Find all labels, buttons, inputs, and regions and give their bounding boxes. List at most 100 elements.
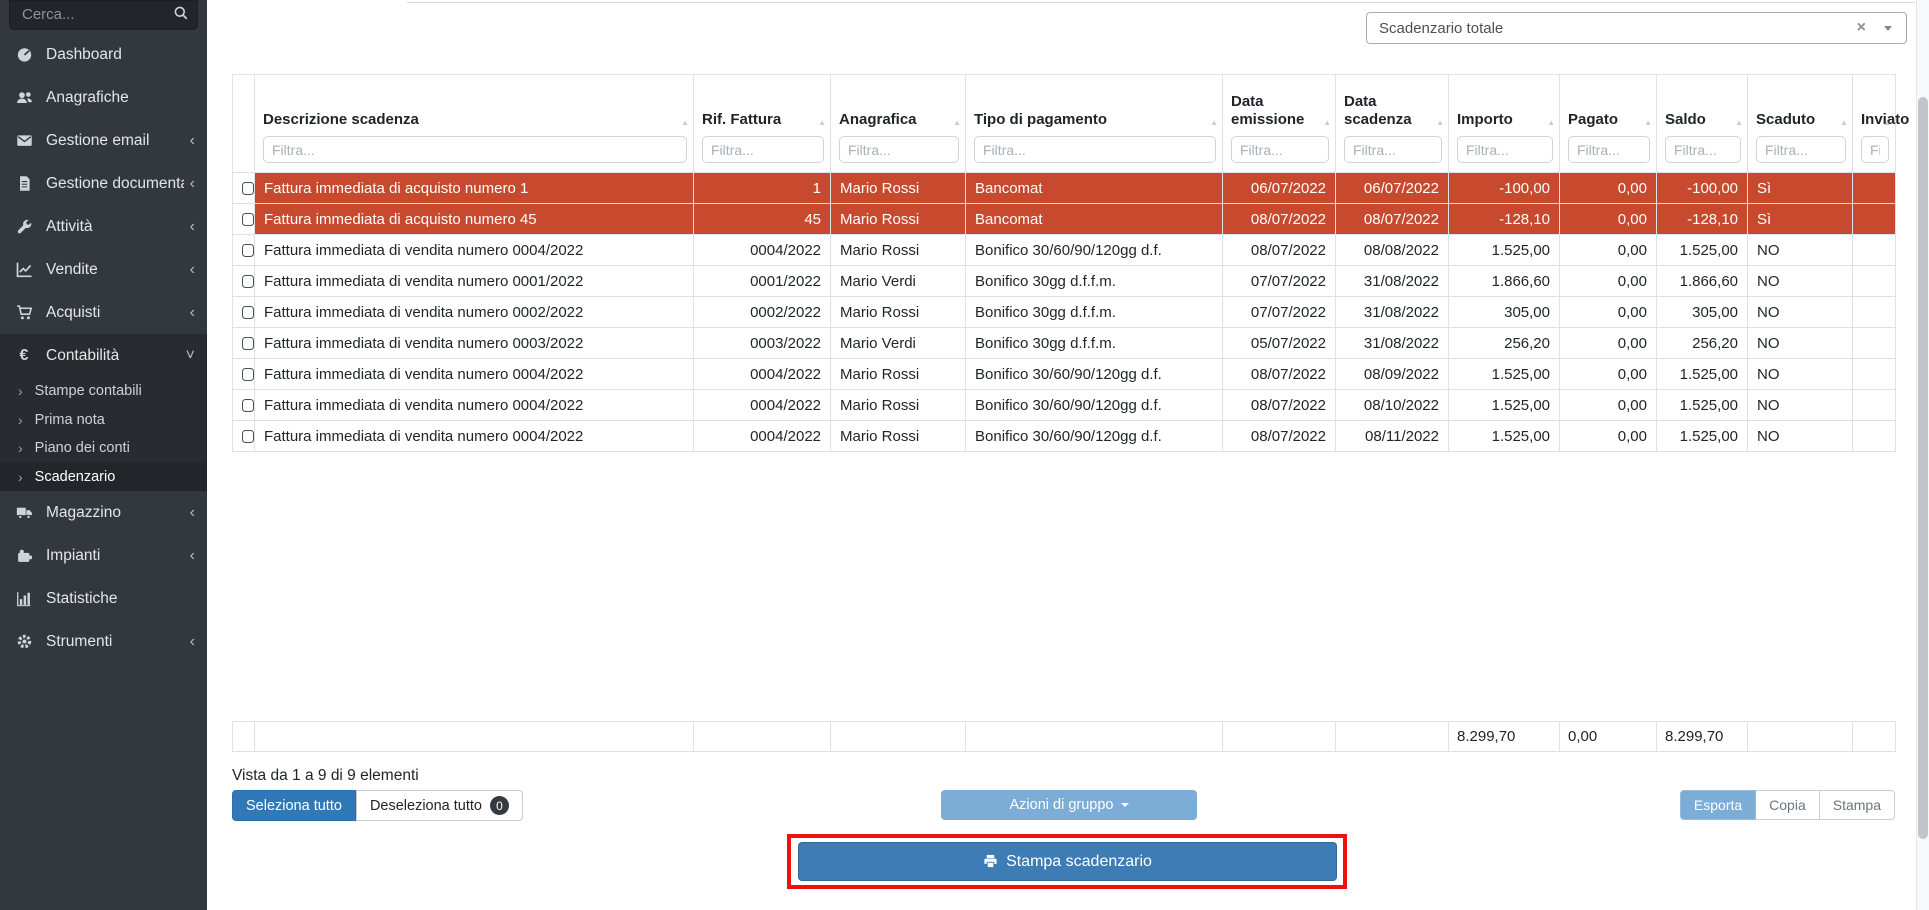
filter-descrizione-input[interactable] [263, 136, 687, 163]
total-saldo: 8.299,70 [1657, 722, 1748, 752]
table-row[interactable]: Fattura immediata di vendita numero 0001… [233, 266, 1896, 297]
filter-data-emissione-input[interactable] [1231, 136, 1329, 163]
cell-importo: 1.525,00 [1449, 359, 1560, 390]
sort-icon[interactable]: ▲ [1210, 118, 1218, 128]
table-row[interactable]: Fattura immediata di acquisto numero 45 … [233, 204, 1896, 235]
pagination-info: Vista da 1 a 9 di 9 elementi [232, 767, 419, 785]
filter-pagato-input[interactable] [1568, 136, 1650, 163]
select-caret-icon[interactable] [1884, 26, 1892, 31]
group-actions-button[interactable]: Azioni di gruppo [941, 790, 1197, 820]
table-row[interactable]: Fattura immediata di acquisto numero 1 1… [233, 173, 1896, 204]
sidebar-item-strumenti[interactable]: Strumenti ‹ [0, 620, 207, 663]
sidebar-item-dashboard[interactable]: Dashboard [0, 33, 207, 76]
row-checkbox[interactable] [242, 182, 254, 195]
cell-data-emissione: 08/07/2022 [1223, 235, 1336, 266]
sidebar-subitem-stampe-contabili[interactable]: › Stampe contabili [0, 377, 207, 406]
totals-checkbox-cell [233, 722, 255, 752]
wrench-icon [14, 218, 34, 235]
table-row[interactable]: Fattura immediata di vendita numero 0004… [233, 235, 1896, 266]
filter-scaduto-input[interactable] [1756, 136, 1846, 163]
filter-importo-input[interactable] [1457, 136, 1553, 163]
cell-anagrafica: Mario Rossi [831, 297, 966, 328]
sort-icon[interactable]: ▲ [1323, 118, 1331, 128]
column-label: Anagrafica [839, 111, 917, 128]
schedule-type-select[interactable]: Scadenzario totale × [1366, 12, 1907, 44]
table-row[interactable]: Fattura immediata di vendita numero 0004… [233, 390, 1896, 421]
print-schedule-button[interactable]: Stampa scadenzario [798, 842, 1337, 881]
selection-buttons: Seleziona tutto Deseleziona tutto 0 [232, 790, 523, 821]
header-saldo[interactable]: Saldo▲ [1657, 75, 1748, 173]
row-checkbox[interactable] [242, 244, 254, 257]
sort-icon[interactable]: ▲ [1436, 118, 1444, 128]
header-anagrafica[interactable]: Anagrafica ▲ [831, 75, 966, 173]
row-checkbox-cell [233, 390, 255, 421]
filter-saldo-input[interactable] [1665, 136, 1741, 163]
header-tipo-pagamento[interactable]: Tipo di pagamento ▲ [966, 75, 1223, 173]
scrollbar-thumb[interactable] [1918, 97, 1928, 839]
sort-icon[interactable]: ▲ [681, 118, 689, 128]
header-pagato[interactable]: Pagato▲ [1560, 75, 1657, 173]
column-label: Data scadenza [1344, 93, 1412, 129]
filter-data-scadenza-input[interactable] [1344, 136, 1442, 163]
sidebar-subitem-scadenzario[interactable]: › Scadenzario [0, 463, 207, 492]
header-importo[interactable]: Importo▲ [1449, 75, 1560, 173]
header-scaduto[interactable]: Scaduto▲ [1748, 75, 1853, 173]
filter-anagrafica-input[interactable] [839, 136, 959, 163]
select-all-button[interactable]: Seleziona tutto [232, 790, 356, 821]
sidebar-item-anagrafiche[interactable]: Anagrafiche [0, 76, 207, 119]
header-data-scadenza[interactable]: Data scadenza ▲ [1336, 75, 1449, 173]
sidebar-item-impianti[interactable]: Impianti ‹ [0, 534, 207, 577]
row-checkbox[interactable] [242, 306, 254, 319]
filter-rif-fattura-input[interactable] [702, 136, 824, 163]
row-checkbox-cell [233, 328, 255, 359]
sort-icon[interactable]: ▲ [1644, 118, 1652, 128]
cell-data-scadenza: 08/10/2022 [1336, 390, 1449, 421]
header-rif-fattura[interactable]: Rif. Fattura ▲ [694, 75, 831, 173]
sidebar-item-gestione-email[interactable]: Gestione email ‹ [0, 119, 207, 162]
table-row[interactable]: Fattura immediata di vendita numero 0002… [233, 297, 1896, 328]
table-row[interactable]: Fattura immediata di vendita numero 0004… [233, 359, 1896, 390]
row-checkbox-cell [233, 297, 255, 328]
copy-button[interactable]: Copia [1756, 790, 1820, 820]
table-row[interactable]: Fattura immediata di vendita numero 0004… [233, 421, 1896, 452]
header-inviato[interactable]: Inviato▲ [1853, 75, 1896, 173]
sidebar-subitem-prima-nota[interactable]: › Prima nota [0, 406, 207, 435]
deselect-all-button[interactable]: Deseleziona tutto 0 [356, 790, 523, 821]
row-checkbox[interactable] [242, 213, 254, 226]
print-button[interactable]: Stampa [1820, 790, 1895, 820]
sort-icon[interactable]: ▲ [953, 118, 961, 128]
sidebar-item-acquisti[interactable]: Acquisti ‹ [0, 291, 207, 334]
column-label: Rif. Fattura [702, 111, 781, 128]
sidebar-item-vendite[interactable]: Vendite ‹ [0, 248, 207, 291]
sidebar-subitem-piano-dei-conti[interactable]: › Piano dei conti [0, 434, 207, 463]
header-row: Descrizione scadenza▲ Rif. Fattura ▲ Anag… [233, 75, 1896, 173]
row-checkbox[interactable] [242, 337, 254, 350]
sort-icon[interactable]: ▲ [1735, 118, 1743, 128]
header-data-emissione[interactable]: Data emissione▲ [1223, 75, 1336, 173]
filter-tipo-pagamento-input[interactable] [974, 136, 1216, 163]
row-checkbox[interactable] [242, 399, 254, 412]
filter-inviato-input[interactable] [1861, 136, 1889, 163]
sort-icon[interactable]: ▲ [1840, 118, 1848, 128]
cell-importo: 1.525,00 [1449, 390, 1560, 421]
sort-icon[interactable]: ▲ [1547, 118, 1555, 128]
sidebar-item-statistiche[interactable]: Statistiche [0, 577, 207, 620]
sidebar-item-gestione-documentale[interactable]: Gestione documentale ‹ [0, 162, 207, 205]
header-descrizione[interactable]: Descrizione scadenza▲ [255, 75, 694, 173]
clear-selection-icon[interactable]: × [1843, 19, 1880, 37]
search-input[interactable] [9, 0, 198, 30]
table-row[interactable]: Fattura immediata di vendita numero 0003… [233, 328, 1896, 359]
row-checkbox[interactable] [242, 430, 254, 443]
sort-icon[interactable]: ▲ [818, 118, 826, 128]
sidebar-item-contabilita[interactable]: € Contabilità ˅ [0, 334, 207, 377]
sort-icon[interactable]: ▲ [1883, 118, 1891, 128]
cell-saldo: -100,00 [1657, 173, 1748, 204]
sidebar-item-magazzino[interactable]: Magazzino ‹ [0, 491, 207, 534]
column-label: Tipo di pagamento [974, 111, 1107, 128]
row-checkbox[interactable] [242, 368, 254, 381]
search-icon[interactable] [173, 5, 189, 26]
row-checkbox[interactable] [242, 275, 254, 288]
scrollbar-track[interactable] [1916, 0, 1929, 910]
export-button[interactable]: Esporta [1680, 790, 1756, 820]
sidebar-item-attivita[interactable]: Attività ‹ [0, 205, 207, 248]
